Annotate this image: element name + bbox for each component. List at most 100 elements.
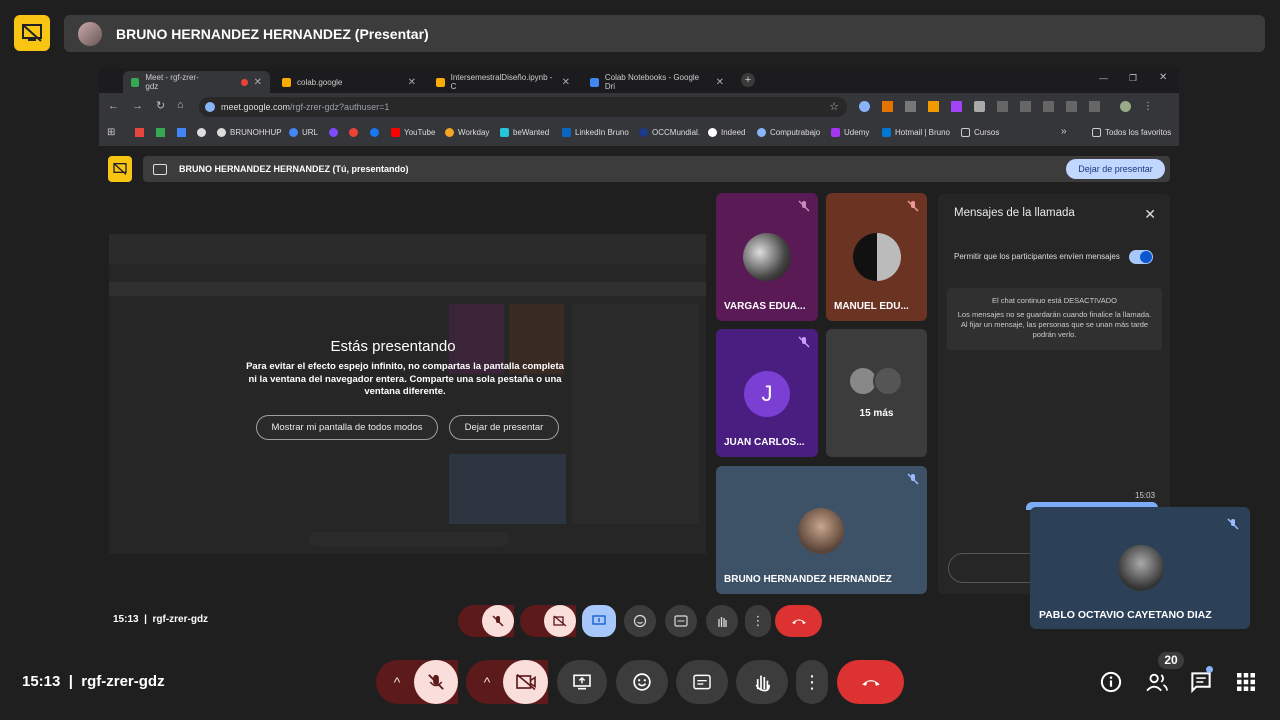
- apps-icon[interactable]: ⊞: [107, 127, 115, 138]
- bookmark-icon[interactable]: [135, 128, 144, 137]
- meet-icon: [131, 77, 140, 87]
- url-icon: [289, 128, 298, 137]
- activities-button[interactable]: [1234, 670, 1258, 694]
- tab-notebook[interactable]: IntersemestralDiseño.ipynb - C ✕: [428, 71, 578, 93]
- puzzle-icon[interactable]: [974, 101, 985, 112]
- inner-present-button[interactable]: [582, 605, 616, 637]
- tab-meet[interactable]: Meet - rgf-zrer-gdz ✕: [123, 71, 270, 93]
- info-body: Los mensajes no se guardarán cuando fina…: [957, 310, 1152, 339]
- participant-tile[interactable]: J JUAN CARLOS...: [716, 329, 818, 457]
- new-tab-button[interactable]: +: [741, 73, 755, 87]
- site-info-icon[interactable]: [205, 102, 215, 112]
- self-tile[interactable]: BRUNO HERNANDEZ HERNANDEZ: [716, 466, 927, 594]
- bookmark-icon[interactable]: [329, 128, 338, 137]
- profile-avatar[interactable]: [1120, 101, 1131, 112]
- camera-button[interactable]: [503, 660, 548, 704]
- window-close-button[interactable]: ✕: [1159, 72, 1167, 83]
- bookmark-item[interactable]: Computrabajo: [757, 128, 820, 137]
- bookmark-item[interactable]: LinkedIn Bruno: [562, 128, 629, 137]
- more-participants-tile[interactable]: 15 más: [826, 329, 927, 457]
- close-icon[interactable]: ✕: [1144, 206, 1156, 223]
- facebook-icon[interactable]: [370, 128, 379, 137]
- back-icon[interactable]: ←: [108, 100, 119, 112]
- dialog-stop-presenting-button[interactable]: Dejar de presentar: [449, 415, 559, 440]
- extensions-bar: ⋮: [859, 101, 1153, 112]
- minimize-button[interactable]: —: [1099, 73, 1108, 83]
- extension-icon[interactable]: [928, 101, 939, 112]
- inner-hang-up-button[interactable]: [775, 605, 822, 637]
- translate-icon[interactable]: [1066, 101, 1077, 112]
- emoji-button[interactable]: [616, 660, 668, 704]
- people-button[interactable]: [1144, 670, 1170, 694]
- indeed-icon: [708, 128, 717, 137]
- present-button[interactable]: [557, 660, 607, 704]
- star-icon[interactable]: ☆: [829, 100, 839, 113]
- bookmark-item[interactable]: Cursos: [961, 128, 999, 137]
- more-bookmarks-button[interactable]: »: [1061, 126, 1067, 137]
- close-icon[interactable]: ✕: [562, 77, 570, 88]
- recording-icon: [241, 78, 248, 86]
- bookmark-item[interactable]: OCCMundial.: [639, 128, 700, 137]
- bookmark-item[interactable]: Udemy: [831, 128, 869, 137]
- inner-mic-button[interactable]: [482, 605, 514, 637]
- bookmark-item[interactable]: Indeed: [708, 128, 745, 137]
- raise-hand-button[interactable]: [736, 660, 788, 704]
- mic-off-icon: [797, 199, 811, 213]
- hang-up-button[interactable]: [837, 660, 904, 704]
- bookmark-item[interactable]: beWanted: [500, 128, 549, 137]
- github-icon: [217, 128, 226, 137]
- stop-presenting-button[interactable]: Dejar de presentar: [1066, 159, 1165, 179]
- bookmark-icon[interactable]: [156, 128, 165, 137]
- reload-icon[interactable]: ↻: [156, 99, 165, 112]
- extension-icon[interactable]: [951, 101, 962, 112]
- chat-button[interactable]: [1189, 670, 1213, 694]
- tab-drive[interactable]: Colab Notebooks - Google Dri ✕: [582, 71, 732, 93]
- participant-tile[interactable]: VARGAS EDUA...: [716, 193, 818, 321]
- share-icon[interactable]: [1043, 101, 1054, 112]
- forward-icon[interactable]: →: [132, 100, 143, 112]
- dialog-title: Estás presentando: [330, 338, 456, 355]
- bookmark-item[interactable]: BRUNOHHUP: [217, 128, 282, 137]
- menu-icon[interactable]: ⋮: [1143, 101, 1153, 112]
- code-icon[interactable]: [997, 101, 1008, 112]
- bookmark-item[interactable]: Workday: [445, 128, 489, 137]
- inner-raise-hand-button[interactable]: [706, 605, 738, 637]
- close-icon[interactable]: ✕: [408, 77, 416, 88]
- bookmark-item[interactable]: URL: [289, 128, 318, 137]
- browser-window: Meet - rgf-zrer-gdz ✕ colab.google ✕ Int…: [99, 68, 1179, 146]
- link-icon[interactable]: [1020, 101, 1031, 112]
- udemy-icon: [831, 128, 840, 137]
- extension-icon[interactable]: [859, 101, 870, 112]
- all-bookmarks-folder[interactable]: Todos los favoritos: [1092, 128, 1171, 137]
- inner-captions-button[interactable]: [665, 605, 697, 637]
- close-icon[interactable]: ✕: [716, 77, 724, 88]
- address-bar[interactable]: meet.google.com/rgf-zrer-gdz?authuser=1 …: [199, 97, 847, 117]
- extension-icon[interactable]: [882, 101, 893, 112]
- mic-button[interactable]: [414, 660, 458, 704]
- inner-emoji-button[interactable]: [624, 605, 656, 637]
- floating-participant-tile[interactable]: PABLO OCTAVIO CAYETANO DIAZ: [1030, 507, 1250, 629]
- inner-presenting-banner: BRUNO HERNANDEZ HERNANDEZ (Tú, presentan…: [143, 156, 1170, 182]
- lock-icon[interactable]: [1089, 101, 1100, 112]
- chrome-icon[interactable]: [349, 128, 358, 137]
- presenting-icon: [108, 156, 132, 182]
- avatar: J: [744, 371, 790, 417]
- more-options-button[interactable]: ⋮: [796, 660, 828, 704]
- home-icon[interactable]: ⌂: [177, 99, 184, 111]
- extension-icon[interactable]: [905, 101, 916, 112]
- allow-messages-toggle[interactable]: [1129, 250, 1153, 264]
- close-icon[interactable]: ✕: [254, 77, 262, 88]
- show-anyway-button[interactable]: Mostrar mi pantalla de todos modos: [256, 415, 438, 440]
- captions-button[interactable]: [676, 660, 728, 704]
- bookmark-item[interactable]: YouTube: [391, 128, 435, 137]
- github-icon[interactable]: [197, 128, 206, 137]
- tab-colab[interactable]: colab.google ✕: [274, 71, 424, 93]
- maximize-button[interactable]: ❐: [1129, 73, 1137, 84]
- inner-camera-button[interactable]: [544, 605, 576, 637]
- bookmark-item[interactable]: Hotmail | Bruno: [882, 128, 950, 137]
- participant-tile[interactable]: MANUEL EDU...: [826, 193, 927, 321]
- mirror-tile: [449, 454, 566, 524]
- meeting-details-button[interactable]: [1099, 670, 1123, 694]
- bookmark-icon[interactable]: [177, 128, 186, 137]
- inner-more-options-button[interactable]: ⋮: [745, 605, 771, 637]
